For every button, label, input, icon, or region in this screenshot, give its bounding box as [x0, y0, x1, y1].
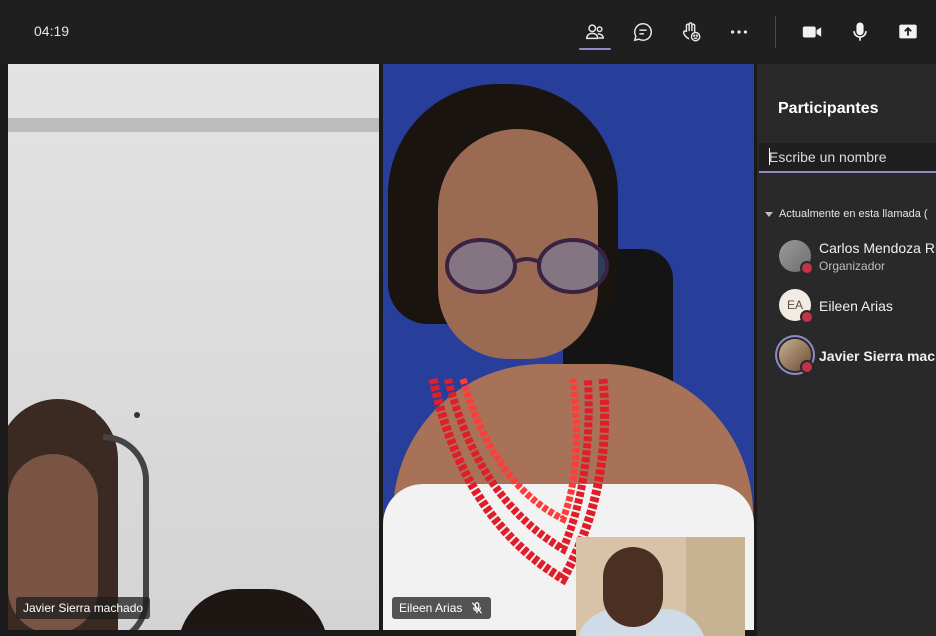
- camera-button[interactable]: [796, 16, 828, 48]
- microphone-icon: [853, 22, 867, 41]
- name-tag-javier: Javier Sierra machado: [16, 597, 151, 619]
- share-icon: [899, 24, 917, 39]
- toolbar-divider: [775, 16, 776, 48]
- name-tag-eileen: Eileen Arias: [392, 597, 492, 619]
- video-stage: Javier Sierra machado Eileen Arias: [0, 64, 756, 636]
- participant-row[interactable]: EA Eileen Arias: [757, 283, 936, 327]
- share-screen-button[interactable]: [892, 16, 924, 48]
- status-busy-icon: [800, 360, 814, 374]
- participant-row[interactable]: Javier Sierra macha: [757, 333, 936, 377]
- participant-row[interactable]: Carlos Mendoza Rio Organizador: [757, 234, 936, 278]
- status-busy-icon: [800, 310, 814, 324]
- wall-edge: [8, 118, 379, 132]
- people-icon: [586, 24, 604, 40]
- raise-hand-icon: [682, 22, 701, 42]
- participant-name: Carlos Mendoza Rio: [819, 240, 936, 256]
- status-busy-icon: [800, 261, 814, 275]
- microphone-button[interactable]: [844, 16, 876, 48]
- panel-title: Participantes: [778, 100, 879, 117]
- text-caret: [769, 148, 770, 165]
- section-label: Actualmente en esta llamada (: [779, 208, 928, 220]
- avatar-initials: EA: [786, 298, 803, 312]
- participant-name: Javier Sierra machado: [23, 601, 144, 615]
- second-person-head: [178, 589, 328, 630]
- chat-icon: [633, 23, 652, 42]
- self-view-face: [603, 547, 663, 627]
- more-options-button[interactable]: [723, 16, 755, 48]
- collapse-triangle-icon: [765, 211, 773, 217]
- active-tab-indicator: [579, 48, 611, 50]
- participant-name: Javier Sierra macha: [819, 348, 936, 364]
- chat-button[interactable]: [627, 16, 659, 48]
- participant-name: Eileen Arias: [819, 298, 893, 314]
- search-input[interactable]: [769, 149, 936, 165]
- participants-panel: Participantes Actualmente en esta llamad…: [756, 64, 936, 636]
- mic-off-icon: [472, 602, 483, 614]
- participant-name: Eileen Arias: [399, 601, 463, 615]
- participant-search[interactable]: [759, 143, 936, 173]
- self-view-video[interactable]: [576, 537, 745, 636]
- raise-hand-button[interactable]: [675, 16, 707, 48]
- glasses: [445, 238, 609, 294]
- participants-button[interactable]: [579, 16, 611, 48]
- camera-icon: [802, 26, 822, 38]
- call-timer: 04:19: [34, 23, 70, 39]
- meeting-toolbar: 04:19: [0, 0, 936, 64]
- participant-role: Organizador: [819, 259, 886, 273]
- in-call-section-header[interactable]: Actualmente en esta llamada (: [765, 208, 928, 220]
- video-tile-javier[interactable]: [8, 64, 379, 630]
- more-icon: [730, 30, 748, 34]
- wall-mark: [134, 412, 140, 418]
